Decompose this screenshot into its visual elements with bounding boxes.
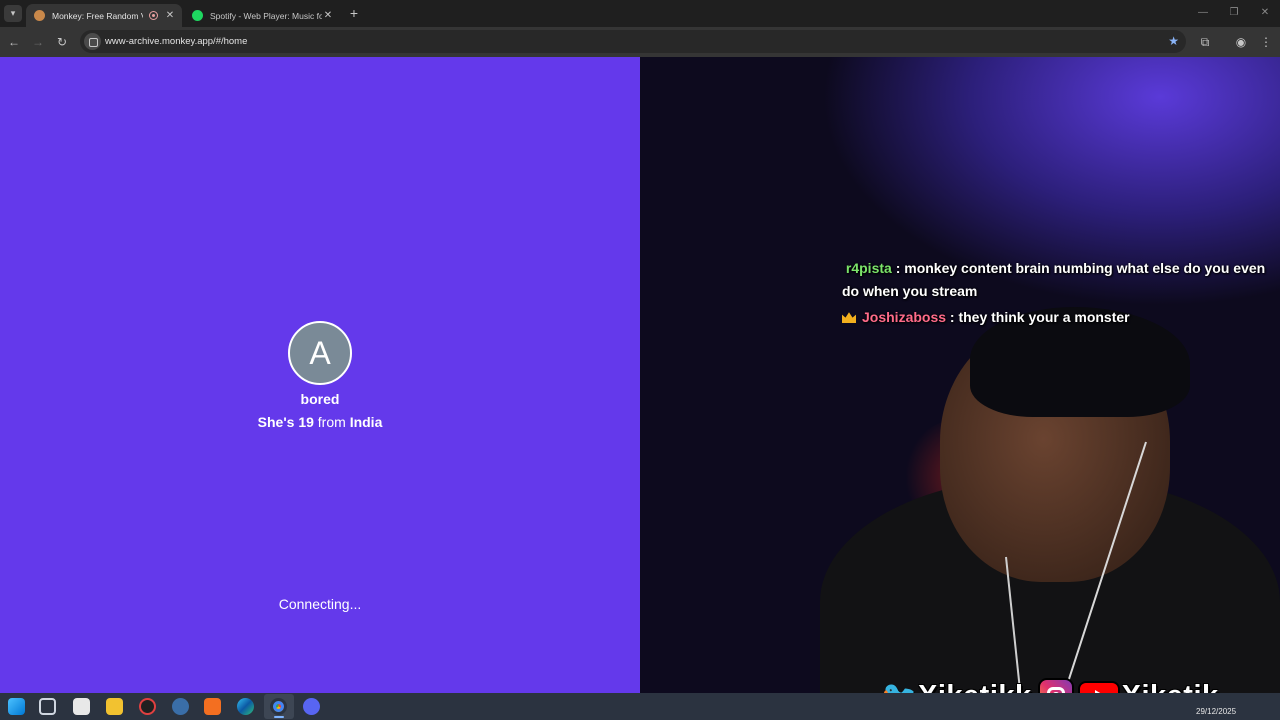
webcam-feed xyxy=(640,57,1280,693)
match-info: She's 19 from India xyxy=(0,414,640,430)
tab-search-chevron-icon[interactable]: ▾ xyxy=(4,5,22,22)
browser-menu-icon[interactable]: ⋮ xyxy=(1257,33,1275,51)
profile-icon[interactable]: ◉ xyxy=(1232,33,1250,51)
browser-tab-strip: ▾ Monkey: Free Random Video Chat ✕ Spoti… xyxy=(0,0,1280,27)
crown-icon xyxy=(842,312,856,323)
tab-title: Spotify - Web Player: Music for everyone xyxy=(210,10,322,21)
store-icon[interactable] xyxy=(73,698,90,715)
stream-chat-overlay: r4pista : monkey content brain numbing w… xyxy=(842,257,1280,329)
browser-toolbar: ← → ↻ www-archive.monkey.app/#/home ★ ⧉ … xyxy=(0,27,1280,57)
url-text[interactable]: www-archive.monkey.app/#/home xyxy=(105,30,247,53)
windows-start-icon[interactable] xyxy=(8,698,25,715)
taskbar-date: 29/12/2025 xyxy=(1196,707,1237,716)
maximize-icon[interactable]: ❐ xyxy=(1223,4,1245,22)
chat-username: r4pista xyxy=(845,260,892,276)
monkey-favicon-icon xyxy=(34,10,45,21)
file-explorer-icon[interactable] xyxy=(106,698,123,715)
soundcloud-icon[interactable] xyxy=(204,698,221,715)
tab-monkey[interactable]: Monkey: Free Random Video Chat ✕ xyxy=(26,4,182,27)
info-pronoun: She's xyxy=(257,414,295,430)
chrome-icon[interactable] xyxy=(270,698,287,715)
windows-taskbar xyxy=(0,693,1280,720)
bookmark-star-icon[interactable]: ★ xyxy=(1168,30,1179,53)
tab-close-icon[interactable]: ✕ xyxy=(322,10,334,21)
address-bar[interactable]: www-archive.monkey.app/#/home ★ xyxy=(80,30,1186,53)
app-c-icon[interactable] xyxy=(172,698,189,715)
avatar: A xyxy=(288,321,352,385)
info-age: 19 xyxy=(298,414,314,430)
recording-indicator-icon xyxy=(149,11,158,20)
chat-message: Joshizaboss : they think your a monster xyxy=(842,306,1280,329)
site-info-icon[interactable] xyxy=(84,33,101,50)
forward-arrow-icon[interactable]: → xyxy=(29,33,47,51)
chat-username: Joshizaboss xyxy=(862,309,947,325)
spotify-favicon-icon xyxy=(192,10,203,21)
chat-text: : they think your a monster xyxy=(946,309,1130,325)
info-from: from xyxy=(317,414,346,430)
info-country: India xyxy=(349,414,383,430)
minimize-icon[interactable]: — xyxy=(1192,4,1214,22)
task-view-icon[interactable] xyxy=(39,698,56,715)
new-tab-icon[interactable]: + xyxy=(346,5,362,21)
discord-icon[interactable] xyxy=(303,698,320,715)
window-close-icon[interactable]: ✕ xyxy=(1254,4,1276,22)
tab-spotify[interactable]: Spotify - Web Player: Music for everyone… xyxy=(184,4,340,27)
match-username: bored xyxy=(300,391,340,407)
chat-message: r4pista : monkey content brain numbing w… xyxy=(842,257,1280,303)
tab-close-icon[interactable]: ✕ xyxy=(164,10,176,21)
chat-text: : monkey content brain numbing what else… xyxy=(842,260,1266,299)
edge-icon[interactable] xyxy=(237,698,254,715)
back-arrow-icon[interactable]: ← xyxy=(5,33,23,51)
app-red-circle-icon[interactable] xyxy=(139,698,156,715)
connecting-status: Connecting... xyxy=(278,596,362,612)
monkey-match-panel: A bored She's 19 from India Connecting..… xyxy=(0,57,640,693)
extensions-puzzle-icon[interactable]: ⧉ xyxy=(1196,33,1214,51)
tab-title: Monkey: Free Random Video Chat xyxy=(52,10,143,21)
reload-icon[interactable]: ↻ xyxy=(53,33,71,51)
